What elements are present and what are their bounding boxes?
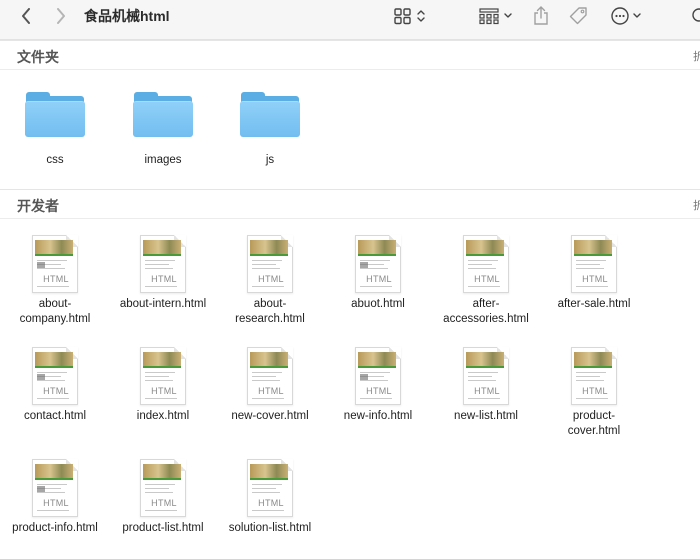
html-file-icon: HTML: [32, 459, 78, 517]
folder-icon: [133, 88, 193, 138]
html-file-icon: HTML: [32, 235, 78, 293]
folder-item[interactable]: css: [0, 88, 110, 168]
item-label: css: [46, 154, 64, 166]
section-title: 开发者: [17, 198, 59, 214]
file-item[interactable]: HTML about- research.html: [215, 235, 325, 327]
file-item[interactable]: HTML about- company.html: [0, 235, 110, 327]
item-label: about- company.html: [19, 298, 91, 325]
file-item[interactable]: HTML solution-list.html: [215, 459, 325, 536]
file-type-badge: HTML: [151, 274, 177, 284]
file-item[interactable]: HTML product-info.html: [0, 459, 110, 536]
file-type-badge: HTML: [258, 498, 284, 508]
file-item[interactable]: HTML about-intern.html: [108, 235, 218, 312]
section-collapse-toggle[interactable]: 折: [693, 197, 700, 213]
item-label: after-sale.html: [557, 298, 631, 310]
html-file-icon: HTML: [140, 235, 186, 293]
html-file-icon: HTML: [463, 235, 509, 293]
folder-icon: [25, 88, 85, 138]
item-label: about- research.html: [235, 298, 305, 325]
section-title: 文件夹: [17, 49, 59, 65]
grid-view-icon: [394, 8, 425, 25]
window-title: 食品机械html: [84, 8, 170, 24]
item-label: product-list.html: [122, 522, 204, 534]
html-file-icon: HTML: [571, 347, 617, 405]
file-type-badge: HTML: [366, 386, 392, 396]
item-label: new-cover.html: [231, 410, 309, 422]
forward-button[interactable]: [51, 0, 71, 32]
file-item[interactable]: HTML new-list.html: [431, 347, 541, 424]
file-item[interactable]: HTML index.html: [108, 347, 218, 424]
item-label: js: [265, 154, 275, 166]
tag-icon: [569, 7, 587, 25]
file-type-badge: HTML: [474, 274, 500, 284]
group-button[interactable]: [477, 0, 515, 32]
html-file-icon: HTML: [463, 347, 509, 405]
html-file-icon: HTML: [355, 235, 401, 293]
file-item[interactable]: HTML contact.html: [0, 347, 110, 424]
file-item[interactable]: HTML abuot.html: [323, 235, 433, 312]
html-file-icon: HTML: [355, 347, 401, 405]
file-type-badge: HTML: [43, 386, 69, 396]
html-file-icon: HTML: [247, 235, 293, 293]
back-button[interactable]: [16, 0, 36, 32]
chevron-left-icon: [22, 8, 30, 24]
file-type-badge: HTML: [151, 498, 177, 508]
file-type-badge: HTML: [366, 274, 392, 284]
search-icon: [692, 8, 700, 22]
html-file-icon: HTML: [571, 235, 617, 293]
view-mode-button[interactable]: [392, 0, 430, 32]
share-button[interactable]: [530, 0, 552, 32]
file-type-badge: HTML: [582, 274, 608, 284]
file-type-badge: HTML: [43, 274, 69, 284]
item-label: abuot.html: [351, 298, 405, 310]
html-file-icon: HTML: [247, 459, 293, 517]
file-item[interactable]: HTML new-cover.html: [215, 347, 325, 424]
more-icon: [611, 7, 641, 25]
item-label: new-list.html: [454, 410, 518, 422]
file-item[interactable]: HTML after- accessories.html: [431, 235, 541, 327]
file-type-badge: HTML: [43, 498, 69, 508]
html-file-icon: HTML: [140, 347, 186, 405]
chevron-right-icon: [57, 8, 65, 24]
file-type-badge: HTML: [151, 386, 177, 396]
item-label: after- accessories.html: [443, 298, 529, 325]
section-header-developer: 开发者 折: [0, 189, 700, 219]
file-item[interactable]: HTML after-sale.html: [539, 235, 649, 312]
section-header-folders: 文件夹 折: [0, 40, 700, 70]
folder-item[interactable]: images: [108, 88, 218, 168]
html-file-icon: HTML: [247, 347, 293, 405]
file-type-badge: HTML: [474, 386, 500, 396]
folder-icon: [240, 88, 300, 138]
item-label: solution-list.html: [228, 522, 312, 534]
item-label: new-info.html: [343, 410, 413, 422]
item-label: product-info.html: [12, 522, 98, 534]
file-type-badge: HTML: [258, 386, 284, 396]
file-item[interactable]: HTML product-list.html: [108, 459, 218, 536]
file-type-badge: HTML: [582, 386, 608, 396]
item-label: product- cover.html: [567, 410, 621, 437]
file-item[interactable]: HTML product- cover.html: [539, 347, 649, 439]
html-file-icon: HTML: [32, 347, 78, 405]
item-label: about-intern.html: [119, 298, 207, 310]
item-label: contact.html: [24, 410, 86, 422]
search-button[interactable]: [690, 0, 700, 32]
more-actions-button[interactable]: [609, 0, 645, 32]
file-type-badge: HTML: [258, 274, 284, 284]
tag-button[interactable]: [566, 0, 590, 32]
toolbar: 食品机械html: [0, 0, 700, 40]
html-file-icon: HTML: [140, 459, 186, 517]
item-label: index.html: [136, 410, 190, 422]
item-label: images: [144, 154, 182, 166]
section-collapse-toggle[interactable]: 折: [693, 48, 700, 64]
folder-item[interactable]: js: [215, 88, 325, 168]
share-icon: [534, 6, 548, 25]
file-item[interactable]: HTML new-info.html: [323, 347, 433, 424]
group-icon: [479, 8, 512, 25]
